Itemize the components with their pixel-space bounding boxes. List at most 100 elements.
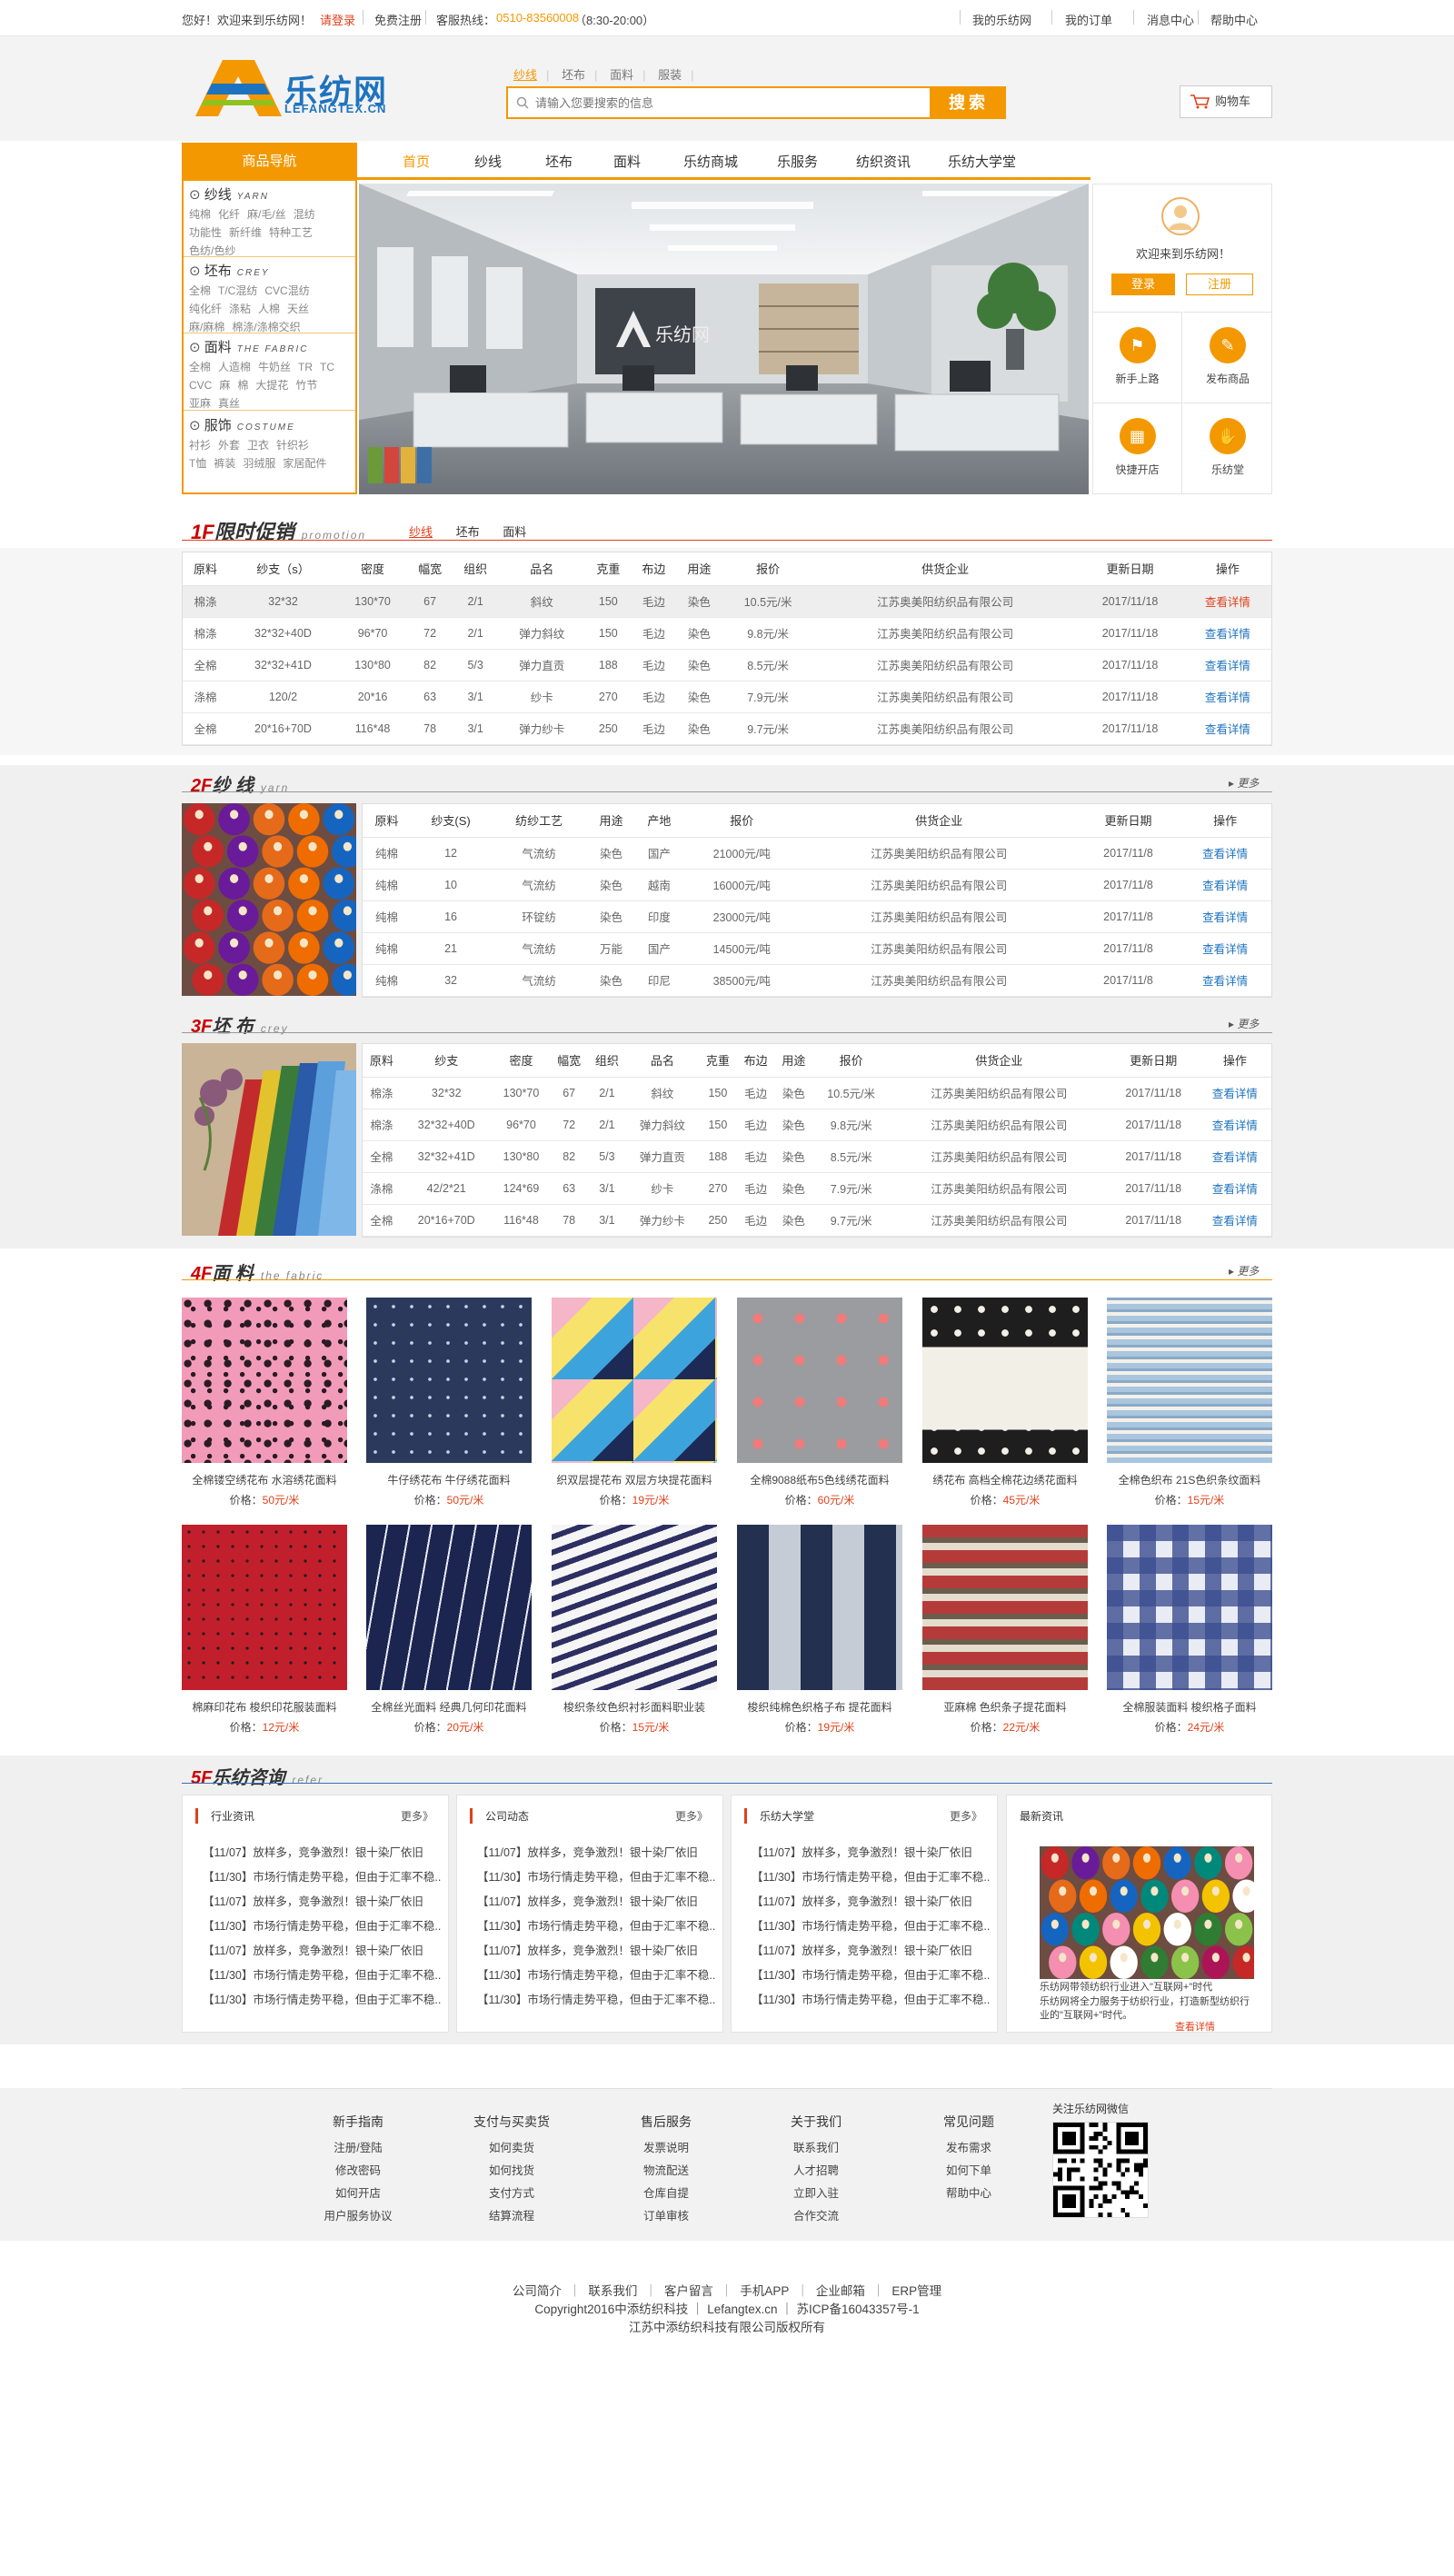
- cat-link[interactable]: 裤装: [214, 457, 235, 470]
- cat-link[interactable]: 麻/毛/丝: [247, 208, 286, 221]
- product-card[interactable]: 全棉色织布 21S色织条纹面料 价格：15元/米: [1107, 1298, 1272, 1507]
- footer-link[interactable]: 修改密码: [304, 2160, 413, 2183]
- quick-open-store[interactable]: ▦ 快捷开店: [1093, 403, 1182, 493]
- nav-news[interactable]: 纺织资讯: [856, 152, 911, 171]
- footer-link[interactable]: 如何找货: [457, 2160, 566, 2183]
- cat-link[interactable]: 人棉: [258, 303, 280, 315]
- search-tab-grey[interactable]: 坯布: [562, 68, 585, 82]
- category-title[interactable]: ⊙ 面料 THE FABRIC: [189, 337, 353, 356]
- news-more-link[interactable]: 更多》: [401, 1808, 433, 1824]
- news-item[interactable]: 【11/30】市场行情走势平稳，但由于汇率不稳..: [752, 1964, 990, 1988]
- cat-link[interactable]: 化纤: [218, 208, 240, 221]
- my-account-link[interactable]: 我的乐纺网: [972, 11, 1031, 28]
- cat-link[interactable]: 全棉: [189, 361, 211, 373]
- bottom-link[interactable]: 企业邮箱: [816, 2284, 865, 2298]
- category-title[interactable]: ⊙ 坯布 CREY: [189, 261, 353, 280]
- news-item[interactable]: 【11/30】市场行情走势平稳，但由于汇率不稳..: [477, 1964, 715, 1988]
- nav-grey[interactable]: 坯布: [545, 152, 573, 171]
- footer-link[interactable]: 帮助中心: [914, 2183, 1023, 2205]
- view-detail-link[interactable]: 查看详情: [1198, 1204, 1271, 1237]
- news-item[interactable]: 【11/30】市场行情走势平稳，但由于汇率不稳..: [203, 1865, 441, 1890]
- news-item[interactable]: 【11/30】市场行情走势平稳，但由于汇率不稳..: [203, 1964, 441, 1988]
- view-detail-link[interactable]: 查看详情: [1179, 932, 1271, 965]
- product-name[interactable]: 绣花布 高档全棉花边绣花面料: [922, 1472, 1088, 1487]
- nav-fabric[interactable]: 面料: [613, 152, 641, 171]
- view-detail-link[interactable]: 查看详情: [1179, 837, 1271, 870]
- product-image[interactable]: [737, 1525, 902, 1690]
- quick-publish[interactable]: ✎ 发布商品: [1183, 312, 1272, 403]
- news-item[interactable]: 【11/07】放样多，竞争激烈！银十染厂依旧: [477, 1939, 715, 1964]
- cat-link[interactable]: 麻/麻棉: [189, 321, 224, 333]
- news-item[interactable]: 【11/30】市场行情走势平稳，但由于汇率不稳..: [477, 1915, 715, 1939]
- product-card[interactable]: 全棉丝光面料 经典几何印花面料 价格：20元/米: [366, 1525, 532, 1735]
- product-image[interactable]: [366, 1525, 532, 1690]
- yarn-spools-image[interactable]: [182, 803, 356, 996]
- product-name[interactable]: 全棉色织布 21S色织条纹面料: [1107, 1472, 1272, 1487]
- message-center-link[interactable]: 消息中心: [1147, 11, 1194, 28]
- cat-link[interactable]: CVC: [189, 379, 212, 392]
- footer-link[interactable]: 订单审核: [612, 2205, 721, 2228]
- cat-link[interactable]: CVC混纺: [264, 284, 309, 297]
- view-detail-link[interactable]: 查看详情: [1183, 617, 1271, 650]
- cat-link[interactable]: T/C混纺: [218, 284, 257, 297]
- cat-link[interactable]: 牛奶丝: [258, 361, 291, 373]
- view-detail-link[interactable]: 查看详情: [1183, 712, 1271, 745]
- nav-mall[interactable]: 乐纺商城: [683, 152, 738, 171]
- view-detail-link[interactable]: 查看详情: [1179, 869, 1271, 901]
- nav-yarn[interactable]: 纱线: [474, 152, 502, 171]
- floor3-more-link[interactable]: ▸ 更多: [1229, 1016, 1259, 1031]
- cat-link[interactable]: 麻: [219, 379, 230, 392]
- view-detail-link[interactable]: 查看详情: [1179, 964, 1271, 997]
- footer-link[interactable]: 发布需求: [914, 2137, 1023, 2160]
- product-image[interactable]: [922, 1525, 1088, 1690]
- footer-link[interactable]: 支付方式: [457, 2183, 566, 2205]
- news-more-link[interactable]: 更多》: [675, 1808, 708, 1824]
- product-card[interactable]: 棉麻印花布 梭织印花服装面料 价格：12元/米: [182, 1525, 347, 1735]
- cat-link[interactable]: 外套: [218, 439, 240, 452]
- view-detail-link[interactable]: 查看详情: [1198, 1077, 1271, 1109]
- product-card[interactable]: 牛仔绣花布 牛仔绣花面料 价格：50元/米: [366, 1298, 532, 1507]
- product-card[interactable]: 织双层提花布 双层方块提花面料 价格：19元/米: [552, 1298, 717, 1507]
- cat-link[interactable]: 新纤维: [229, 226, 262, 239]
- category-nav-title[interactable]: 商品导航: [182, 143, 357, 181]
- logo-icon[interactable]: [195, 60, 282, 116]
- footer-link[interactable]: 如何开店: [304, 2183, 413, 2205]
- cat-link[interactable]: 混纺: [294, 208, 315, 221]
- news-item[interactable]: 【11/30】市场行情走势平稳，但由于汇率不稳..: [203, 1988, 441, 2013]
- product-image[interactable]: [182, 1298, 347, 1463]
- register-link[interactable]: 免费注册: [374, 11, 422, 28]
- floor1-tab-yarn[interactable]: 纱线: [409, 525, 433, 539]
- nav-home[interactable]: 首页: [403, 152, 430, 171]
- cat-link[interactable]: 家居配件: [283, 457, 326, 470]
- login-button[interactable]: 登录: [1111, 274, 1175, 295]
- nav-academy[interactable]: 乐纺大学堂: [948, 152, 1016, 171]
- news-item[interactable]: 【11/30】市场行情走势平稳，但由于汇率不稳..: [752, 1865, 990, 1890]
- cat-link[interactable]: 天丝: [287, 303, 309, 315]
- product-name[interactable]: 全棉镂空绣花布 水溶绣花面料: [182, 1472, 347, 1487]
- quick-beginner[interactable]: ⚑ 新手上路: [1093, 312, 1182, 403]
- product-card[interactable]: 绣花布 高档全棉花边绣花面料 价格：45元/米: [922, 1298, 1088, 1507]
- floor4-more-link[interactable]: ▸ 更多: [1229, 1263, 1259, 1278]
- news-item[interactable]: 【11/30】市场行情走势平稳，但由于汇率不稳..: [477, 1865, 715, 1890]
- bottom-link[interactable]: 联系我们: [588, 2284, 637, 2298]
- news-item[interactable]: 【11/07】放样多，竞争激烈！银十染厂依旧: [203, 1890, 441, 1915]
- latest-news-more[interactable]: 查看详情: [1175, 2019, 1215, 2034]
- my-orders-link[interactable]: 我的订单: [1065, 11, 1112, 28]
- news-item[interactable]: 【11/30】市场行情走势平稳，但由于汇率不稳..: [477, 1988, 715, 2013]
- product-name[interactable]: 梭织纯棉色织格子布 提花面料: [737, 1699, 902, 1715]
- cat-link[interactable]: 羽绒服: [243, 457, 275, 470]
- banner-image[interactable]: 乐纺网: [359, 184, 1089, 494]
- news-item[interactable]: 【11/07】放样多，竞争激烈！银十染厂依旧: [477, 1890, 715, 1915]
- product-card[interactable]: 全棉9088纸布5色线绣花面料 价格：60元/米: [737, 1298, 902, 1507]
- cat-link[interactable]: 竹节: [295, 379, 317, 392]
- footer-link[interactable]: 合作交流: [762, 2205, 871, 2228]
- floor1-tab-grey[interactable]: 坯布: [456, 525, 480, 539]
- cat-link[interactable]: TR: [298, 361, 313, 373]
- cat-link[interactable]: 棉: [237, 379, 248, 392]
- search-button[interactable]: 搜索: [931, 86, 1006, 119]
- footer-link[interactable]: 结算流程: [457, 2205, 566, 2228]
- product-card[interactable]: 亚麻棉 色织条子提花面料 价格：22元/米: [922, 1525, 1088, 1735]
- news-item[interactable]: 【11/30】市场行情走势平稳，但由于汇率不稳..: [203, 1915, 441, 1939]
- product-image[interactable]: [737, 1298, 902, 1463]
- bottom-link[interactable]: 客户留言: [664, 2284, 713, 2298]
